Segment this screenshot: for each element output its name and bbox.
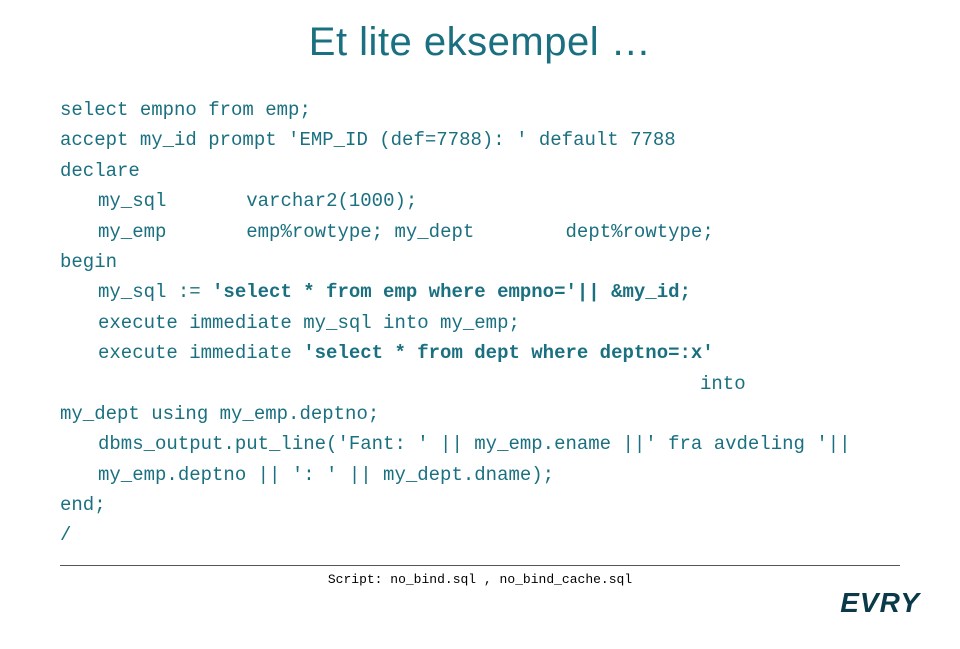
script-label: Script: [328,572,390,587]
code-line: execute immediate my_sql into my_emp; [60,308,900,338]
code-line: declare [60,156,900,186]
code-token: my_emp [98,221,166,243]
logo-text: EVRY [840,587,920,618]
code-line: my_dept using my_emp.deptno; [60,399,900,429]
company-logo: EVRY [840,587,920,619]
script-file: no_bind_cache.sql [500,572,633,587]
code-line: my_sql varchar2(1000); [60,186,900,216]
code-token: varchar2(1000); [246,190,417,212]
script-reference: Script: no_bind.sql , no_bind_cache.sql [60,572,900,587]
code-token: my_sql [98,190,166,212]
code-line: / [60,520,900,550]
code-token-bold: 'select * from dept where deptno=:x' [303,342,713,364]
slide-title: Et lite eksempel … [60,20,900,65]
slide-page: Et lite eksempel … select empno from emp… [0,0,960,649]
divider-line [60,565,900,566]
script-file: no_bind.sql [390,572,476,587]
code-token: emp%rowtype; my_dept [246,221,474,243]
code-line: execute immediate 'select * from dept wh… [60,338,900,368]
code-line: my_emp emp%rowtype; my_dept dept%rowtype… [60,217,900,247]
code-line: into [60,369,900,399]
code-block: select empno from emp; accept my_id prom… [60,95,900,551]
code-line: accept my_id prompt 'EMP_ID (def=7788): … [60,125,900,155]
code-line: my_sql := 'select * from emp where empno… [60,277,900,307]
code-token: my_sql := [98,281,212,303]
code-line: begin [60,247,900,277]
code-token-bold: 'select * from emp where empno='|| &my_i… [212,281,691,303]
script-sep: , [476,572,499,587]
code-line: end; [60,490,900,520]
code-token: dept%rowtype; [566,221,714,243]
code-line: select empno from emp; [60,95,900,125]
code-line: dbms_output.put_line('Fant: ' || my_emp.… [60,429,900,490]
code-token: execute immediate [98,342,303,364]
